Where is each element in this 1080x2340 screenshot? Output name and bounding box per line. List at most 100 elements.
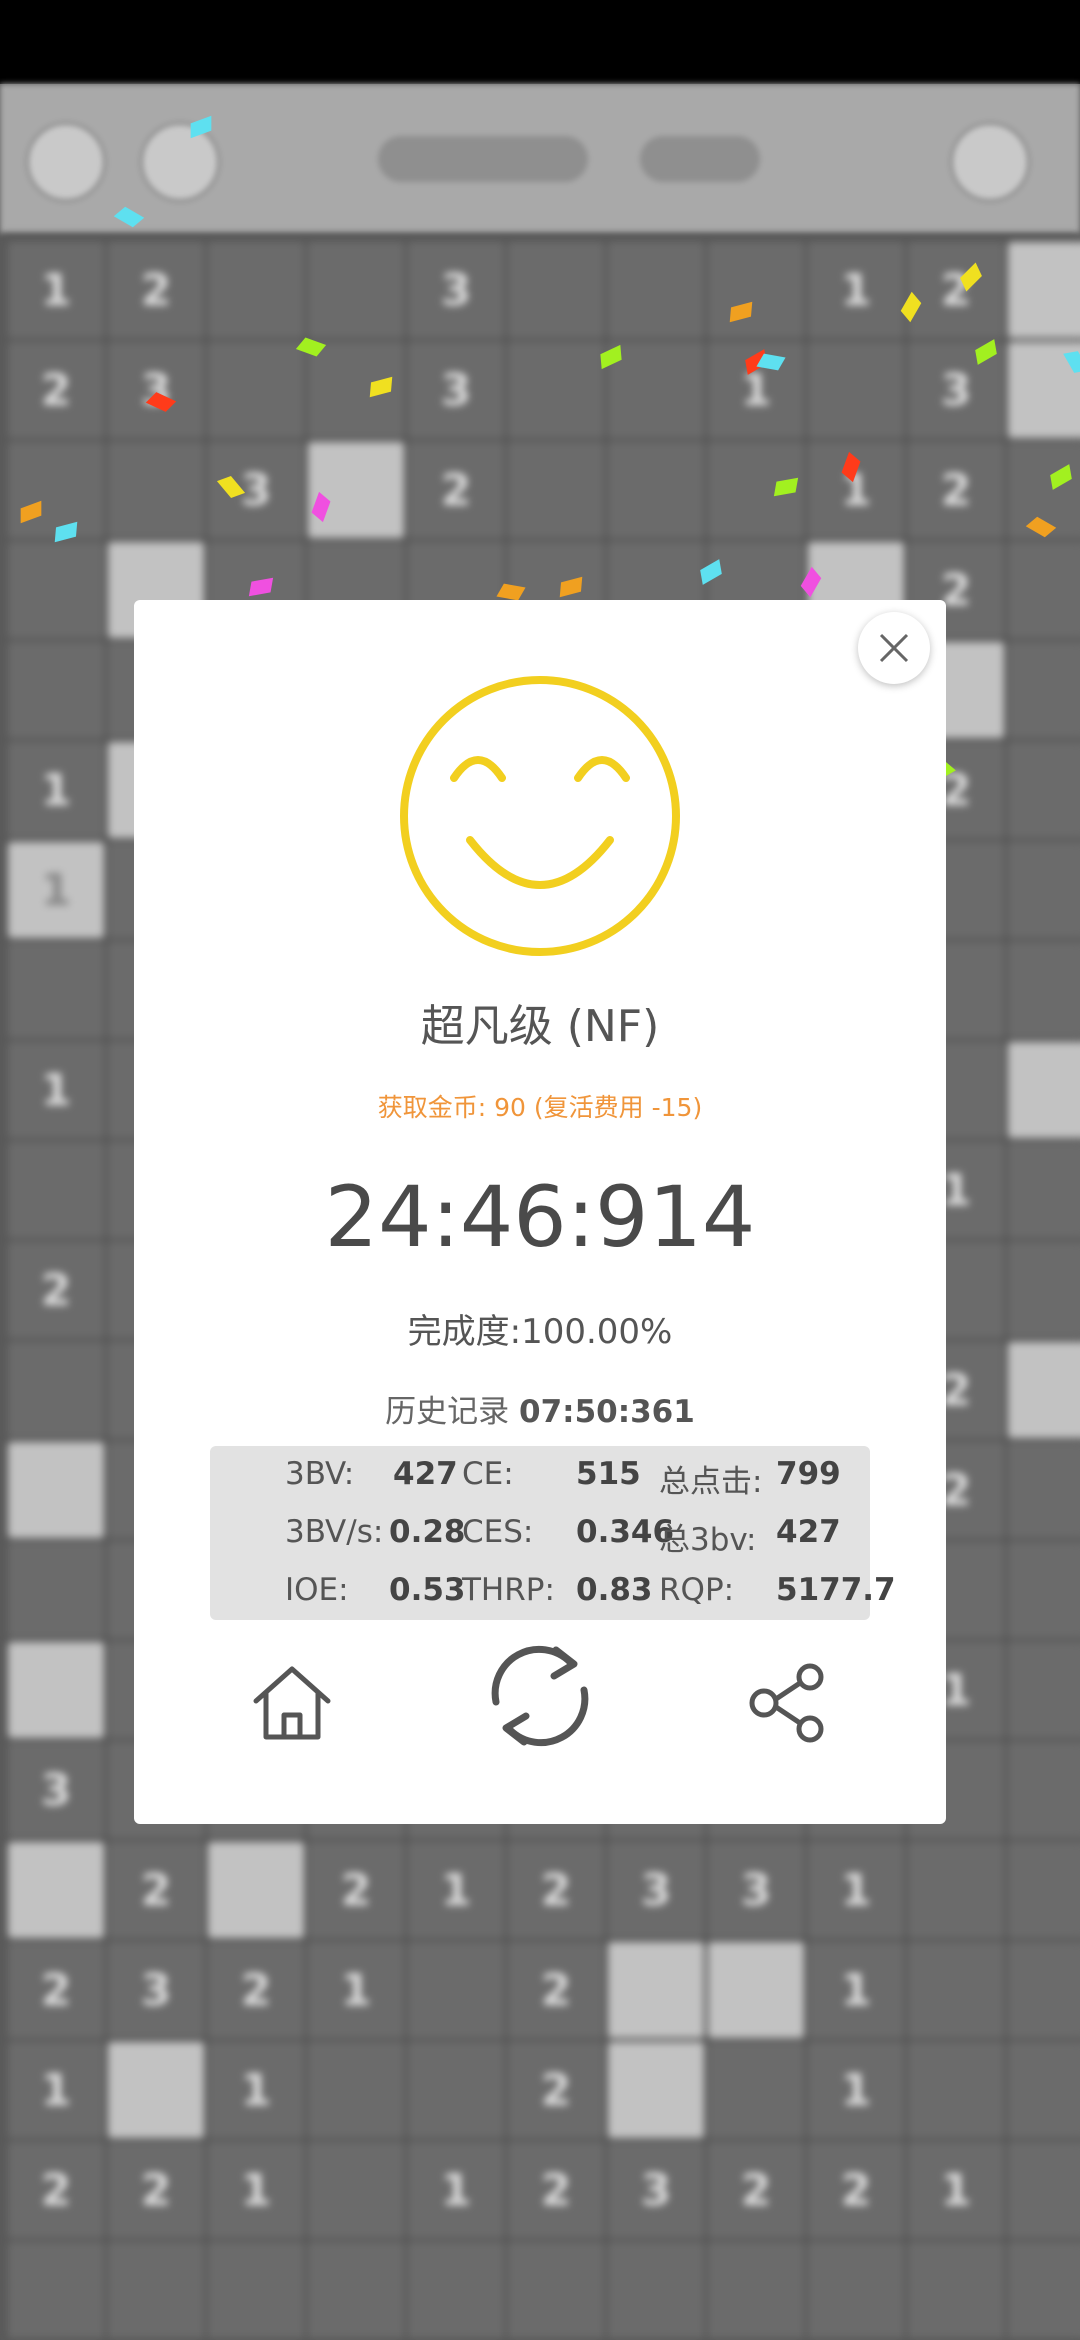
stat-label: 3BV: [285, 1456, 355, 1492]
stat-label: RQP: [659, 1572, 735, 1608]
board-cell [508, 2242, 604, 2338]
share-button[interactable] [733, 1648, 843, 1758]
board-cell [8, 1442, 104, 1538]
history-label: 历史记录 [385, 1394, 510, 1430]
board-cell: 3 [608, 1842, 704, 1938]
board-cell: 1 [808, 242, 904, 338]
board-cell: 3 [8, 1742, 104, 1838]
board-cell: 3 [708, 1842, 804, 1938]
board-cell [608, 2042, 704, 2138]
board-cell: 3 [108, 1942, 204, 2038]
stat-label: 3BV/s: [285, 1514, 384, 1550]
board-cell: 1 [8, 842, 104, 938]
board-cell [208, 1842, 304, 1938]
board-cell: 2 [8, 1242, 104, 1338]
board-cell: 2 [508, 1942, 604, 2038]
board-cell [608, 342, 704, 438]
board-cell: 3 [408, 342, 504, 438]
board-cell: 1 [408, 2142, 504, 2238]
share-icon [749, 1663, 824, 1743]
toolbar-button-blurred [26, 122, 106, 202]
board-cell [608, 242, 704, 338]
mine-counter-blurred [378, 136, 588, 182]
stat-value: 5177.7 [776, 1572, 896, 1608]
board-cell: 2 [108, 1842, 204, 1938]
completion-label: 完成度: [407, 1312, 522, 1352]
board-cell [708, 1942, 804, 2038]
board-cell: 2 [808, 2142, 904, 2238]
board-cell [308, 442, 404, 538]
game-result-dialog: 超凡级 (NF) 获取金币: 90 (复活费用 -15) 24:46:914 完… [134, 600, 946, 1824]
toolbar-button-blurred [950, 122, 1030, 202]
board-cell: 2 [308, 1842, 404, 1938]
board-cell [8, 1642, 104, 1738]
close-button[interactable] [858, 612, 930, 684]
board-cell [508, 342, 604, 438]
board-cell [1008, 842, 1080, 938]
board-cell [1008, 742, 1080, 838]
history-time: 07:50:361 [519, 1394, 695, 1430]
board-cell: 2 [8, 342, 104, 438]
board-cell: 1 [808, 2042, 904, 2138]
board-cell [1008, 1742, 1080, 1838]
board-cell: 2 [8, 2142, 104, 2238]
board-cell: 1 [8, 1042, 104, 1138]
board-cell [608, 1942, 704, 2038]
stat-value: 515 [576, 1456, 641, 1492]
board-cell [808, 342, 904, 438]
board-cell [1008, 1942, 1080, 2038]
board-cell [108, 2042, 204, 2138]
board-cell [208, 242, 304, 338]
board-cell [508, 242, 604, 338]
board-cell [308, 2242, 404, 2338]
status-bar [0, 0, 1080, 84]
board-cell [1008, 1042, 1080, 1138]
board-cell: 1 [208, 2042, 304, 2138]
board-cell: 1 [308, 1942, 404, 2038]
board-cell [1008, 2042, 1080, 2138]
board-cell [408, 1942, 504, 2038]
board-cell [908, 1942, 1004, 2038]
board-cell: 3 [108, 342, 204, 438]
board-cell: 1 [208, 2142, 304, 2238]
board-cell [8, 642, 104, 738]
board-cell [908, 1842, 1004, 1938]
board-cell [508, 442, 604, 538]
board-cell [1008, 1842, 1080, 1938]
board-cell [308, 2042, 404, 2138]
board-cell: 2 [508, 1842, 604, 1938]
smiley-face-icon [400, 676, 680, 956]
board-cell: 1 [8, 242, 104, 338]
board-cell: 3 [208, 442, 304, 538]
board-cell [1008, 1642, 1080, 1738]
board-cell [1008, 1542, 1080, 1638]
stat-value: 0.28 [389, 1514, 466, 1550]
board-cell [8, 2242, 104, 2338]
board-cell [708, 2242, 804, 2338]
board-cell [1008, 642, 1080, 738]
board-cell [8, 542, 104, 638]
board-cell [8, 1142, 104, 1238]
board-cell [8, 1342, 104, 1438]
board-cell [308, 2142, 404, 2238]
board-cell [1008, 1242, 1080, 1338]
board-cell [8, 1542, 104, 1638]
close-icon [879, 633, 909, 663]
rank-title: 超凡级 (NF) [420, 1001, 660, 1052]
board-cell [8, 942, 104, 1038]
completion-time: 24:46:914 [324, 1168, 756, 1266]
board-cell [308, 242, 404, 338]
board-cell: 2 [508, 2042, 604, 2138]
home-icon [253, 1666, 331, 1740]
board-cell: 2 [908, 242, 1004, 338]
restart-button[interactable] [474, 1630, 606, 1762]
stat-label: CES: [462, 1514, 534, 1550]
stats-panel: 3BV: 427 CE: 515 总点击: 799 3BV/s: 0.28 CE… [210, 1446, 896, 1620]
board-cell: 1 [808, 1842, 904, 1938]
stat-value: 799 [776, 1456, 841, 1492]
home-button[interactable] [237, 1648, 347, 1758]
board-cell: 2 [508, 2142, 604, 2238]
timer-blurred [640, 136, 760, 182]
board-cell: 1 [8, 742, 104, 838]
board-cell [1008, 2142, 1080, 2238]
